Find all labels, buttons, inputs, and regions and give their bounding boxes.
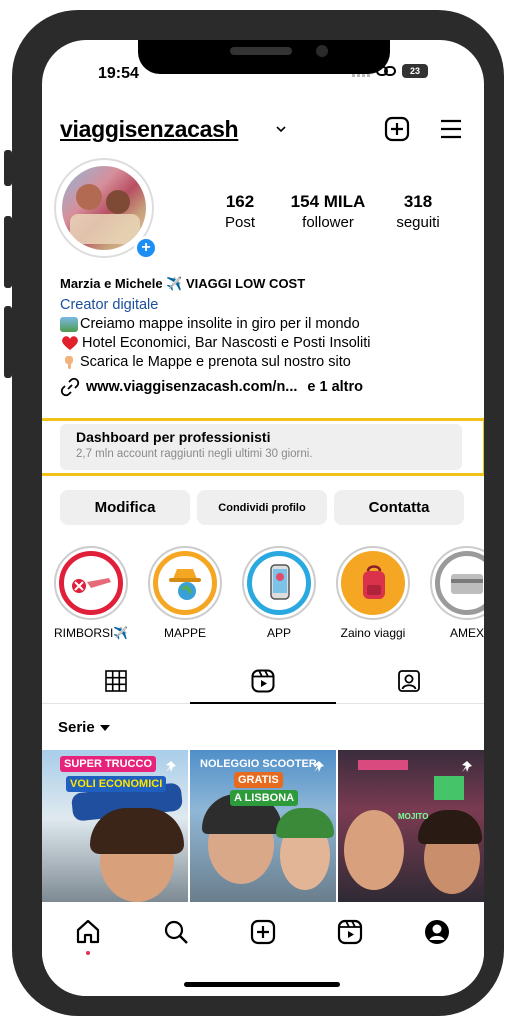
notification-dot (86, 951, 90, 955)
menu-icon[interactable] (438, 116, 464, 142)
home-icon[interactable] (74, 918, 102, 946)
post-caption: SUPER TRUCCO (60, 756, 157, 772)
speaker-grille (230, 47, 292, 55)
search-icon[interactable] (162, 918, 190, 946)
post-caption: VOLI ECONOMICI (66, 776, 167, 792)
stat-label: seguiti (396, 214, 440, 231)
post-caption: GRATIS (234, 772, 283, 788)
map-hat-icon (169, 569, 201, 600)
highlight-label: Zaino viaggi (340, 626, 406, 640)
highlight-label: RIMBORSI✈️ (54, 626, 129, 640)
post-thumbnail[interactable]: SUPER TRUCCO VOLI ECONOMICI (42, 750, 188, 902)
status-time: 19:54 (98, 65, 139, 82)
highlight-zaino[interactable]: Zaino viaggi (336, 546, 410, 640)
stat-followers[interactable]: 154 MILA follower (282, 192, 374, 231)
series-filter-label: Serie (58, 719, 95, 736)
highlight-label: AMEX (449, 626, 484, 640)
bio-line: Creiamo mappe insolite in giro per il mo… (60, 316, 470, 332)
highlight-label: APP (266, 626, 291, 640)
bio-line: Hotel Economici, Bar Nascosti e Posti In… (60, 335, 470, 351)
mute-switch (4, 150, 12, 186)
post-thumbnail[interactable]: MOJITO (338, 750, 484, 902)
link-more[interactable]: e 1 altro (307, 379, 363, 395)
post-caption: MOJITO (398, 812, 429, 821)
chevron-down-icon[interactable] (275, 124, 287, 134)
phone-app-icon (270, 564, 290, 600)
profile-username[interactable]: viaggisenzacash (60, 116, 239, 143)
bio-text: Creiamo mappe insolite in giro per il mo… (80, 316, 360, 332)
tagged-tab-icon[interactable] (396, 668, 422, 694)
profile-category: Creator digitale (60, 297, 159, 313)
heart-emoji-icon (62, 336, 78, 350)
highlight-label: MAPPE (163, 626, 206, 640)
share-profile-button[interactable]: Condividi profilo (197, 490, 327, 525)
post-thumbnail[interactable]: NOLEGGIO SCOOTER GRATIS A LISBONA (190, 750, 336, 902)
post-caption: NOLEGGIO SCOOTER (200, 758, 317, 770)
pin-icon (462, 761, 472, 772)
notch (138, 40, 390, 74)
highlight-app[interactable]: APP (242, 546, 316, 640)
bio-line: Scarica le Mappe e prenota sul nostro si… (60, 354, 470, 370)
card-icon (451, 574, 483, 594)
stat-label: follower (302, 214, 354, 231)
stat-value: 318 (403, 192, 433, 211)
caret-down-icon (99, 724, 110, 731)
stat-value: 154 MILA (290, 192, 366, 211)
bio-text: Scarica le Mappe e prenota sul nostro si… (80, 354, 351, 370)
highlight-amex[interactable]: AMEX (430, 546, 484, 640)
volume-up-button (4, 216, 12, 288)
highlight-mappe[interactable]: MAPPE (148, 546, 222, 640)
profile-icon[interactable] (423, 918, 451, 946)
dashboard-title: Dashboard per professionisti (76, 429, 271, 445)
edit-profile-button[interactable]: Modifica (60, 490, 190, 525)
add-story-button[interactable]: + (134, 236, 158, 260)
grid-tab-icon[interactable] (103, 668, 129, 694)
series-filter[interactable]: Serie (58, 719, 111, 736)
highlight-rimborsi[interactable]: RIMBORSI✈️ (54, 546, 128, 640)
stat-value: 162 (225, 192, 255, 211)
map-emoji-icon (60, 316, 78, 332)
profile-link[interactable]: www.viaggisenzacash.com/n... e 1 altro (60, 377, 470, 397)
backpack-icon (363, 565, 385, 599)
professional-dashboard[interactable]: Dashboard per professionisti 2,7 mln acc… (60, 424, 462, 470)
dashboard-subtitle: 2,7 mln account raggiunti negli ultimi 3… (76, 448, 313, 460)
active-tab-indicator (190, 702, 336, 704)
contact-button[interactable]: Contatta (334, 490, 464, 525)
battery-icon: 23 (402, 64, 428, 78)
avatar-photo (62, 166, 146, 250)
stat-posts[interactable]: 162 Post (220, 192, 260, 231)
post-caption: A LISBONA (230, 790, 299, 806)
profile-name: Marzia e Michele ✈️ VIAGGI LOW COST (60, 276, 306, 291)
link-icon (60, 377, 80, 397)
front-camera (316, 45, 328, 57)
bio-text: Hotel Economici, Bar Nascosti e Posti In… (82, 335, 371, 351)
new-post-icon[interactable] (384, 116, 410, 142)
volume-down-button (4, 306, 12, 378)
home-indicator (184, 982, 340, 987)
refund-plane-icon (72, 578, 111, 593)
stat-label: Post (224, 214, 255, 231)
pin-icon (314, 761, 324, 772)
phone-screen: 19:54 23 viaggisenzacash + 162 Post 154 … (42, 40, 484, 996)
bottom-navigation (42, 902, 484, 996)
reels-tab-icon[interactable] (250, 668, 276, 694)
link-url[interactable]: www.viaggisenzacash.com/n... (86, 379, 297, 395)
create-icon[interactable] (249, 918, 277, 946)
stat-following[interactable]: 318 seguiti (388, 192, 448, 231)
pointing-down-emoji-icon (65, 356, 73, 369)
pin-icon (166, 761, 176, 772)
profile-bio: Marzia e Michele ✈️ VIAGGI LOW COST Crea… (60, 276, 470, 397)
reels-icon[interactable] (336, 918, 364, 946)
